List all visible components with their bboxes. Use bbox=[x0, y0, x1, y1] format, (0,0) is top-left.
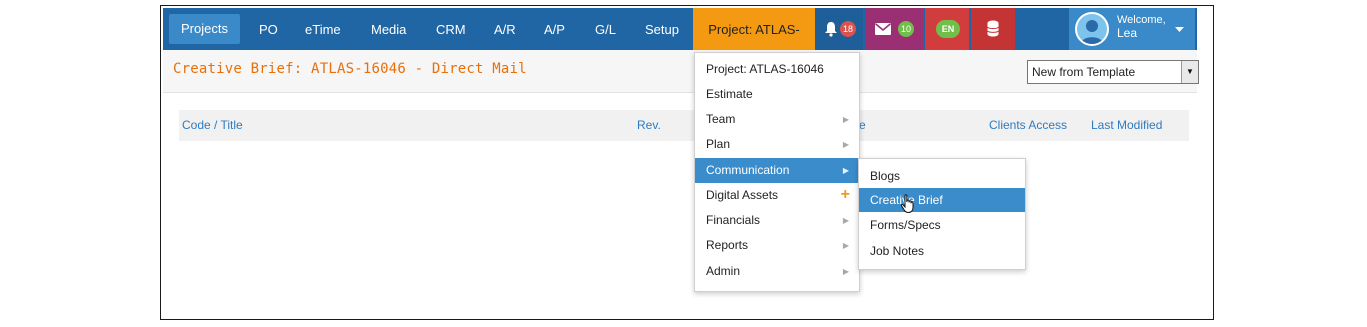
welcome-text: Welcome, Lea bbox=[1117, 14, 1166, 40]
nav-ar[interactable]: A/R bbox=[486, 16, 524, 44]
menu-item-estimate[interactable]: Estimate bbox=[695, 82, 859, 107]
envelope-icon bbox=[875, 23, 891, 35]
chevron-right-icon: ▶ bbox=[842, 241, 849, 250]
database-button[interactable] bbox=[971, 8, 1015, 50]
menu-item-label: Project: ATLAS-16046 bbox=[706, 62, 824, 76]
page-title: Creative Brief: ATLAS-16046 - Direct Mai… bbox=[173, 61, 527, 77]
app-window: Projects PO eTime Media CRM A/R A/P G/L … bbox=[160, 5, 1214, 320]
bell-icon bbox=[825, 22, 837, 37]
submenu-item-blogs[interactable]: Blogs bbox=[859, 164, 1025, 188]
menu-item-label: Digital Assets bbox=[706, 188, 779, 202]
column-clients-access[interactable]: Clients Access bbox=[989, 118, 1067, 132]
menu-item-digital-assets[interactable]: Digital Assets + bbox=[695, 183, 859, 208]
avatar bbox=[1075, 12, 1109, 46]
template-select[interactable]: New from Template ▼ bbox=[1027, 60, 1199, 84]
menu-item-label: Financials bbox=[706, 213, 761, 227]
submenu-item-forms-specs[interactable]: Forms/Specs bbox=[859, 213, 1025, 237]
nav-projects[interactable]: Projects bbox=[169, 14, 240, 44]
hand-cursor-icon bbox=[900, 194, 914, 214]
user-silhouette-icon bbox=[1081, 20, 1103, 44]
top-navigation-bar: Projects PO eTime Media CRM A/R A/P G/L … bbox=[163, 8, 1197, 81]
chevron-right-icon: ▶ bbox=[842, 166, 849, 175]
database-icon bbox=[987, 20, 999, 37]
nav-project-menu[interactable]: Project: ATLAS-16046 bbox=[693, 8, 815, 81]
user-menu[interactable]: Welcome, Lea bbox=[1069, 8, 1195, 50]
menu-item-communication[interactable]: Communication ▶ bbox=[695, 158, 859, 183]
caret-down-icon bbox=[1175, 27, 1184, 32]
project-dropdown-menu: Project: ATLAS-16046 Estimate Team ▶ Pla… bbox=[694, 52, 860, 292]
menu-item-label: Reports bbox=[706, 238, 749, 252]
communication-submenu: Blogs Creative Brief Forms/Specs Job Not… bbox=[858, 158, 1026, 270]
dropdown-arrow-icon: ▼ bbox=[1181, 61, 1198, 83]
menu-item-financials[interactable]: Financials ▶ bbox=[695, 208, 859, 233]
chevron-right-icon: ▶ bbox=[842, 115, 849, 124]
notifications-badge: 18 bbox=[840, 21, 856, 37]
chevron-right-icon: ▶ bbox=[842, 267, 849, 276]
submenu-item-creative-brief[interactable]: Creative Brief bbox=[859, 188, 1025, 212]
menu-item-label: Team bbox=[706, 112, 736, 126]
nav-etime[interactable]: eTime bbox=[297, 16, 349, 44]
menu-item-label: Communication bbox=[706, 163, 790, 177]
messages-button[interactable]: 10 bbox=[865, 8, 923, 50]
menu-item-label: Admin bbox=[706, 264, 741, 278]
nav-po[interactable]: PO bbox=[251, 16, 286, 44]
nav-ap[interactable]: A/P bbox=[536, 16, 573, 44]
nav-crm[interactable]: CRM bbox=[428, 16, 474, 44]
page-header: Creative Brief: ATLAS-16046 - Direct Mai… bbox=[163, 50, 1199, 93]
column-rev[interactable]: Rev. bbox=[637, 118, 661, 132]
menu-item-team[interactable]: Team ▶ bbox=[695, 107, 859, 132]
language-label: EN bbox=[936, 20, 960, 38]
menu-item-project[interactable]: Project: ATLAS-16046 bbox=[695, 57, 859, 82]
menu-item-plan[interactable]: Plan ▶ bbox=[695, 132, 859, 157]
nav-setup[interactable]: Setup bbox=[637, 16, 687, 44]
plus-icon[interactable]: + bbox=[841, 182, 850, 207]
menu-item-label: Estimate bbox=[706, 87, 753, 101]
nav-media[interactable]: Media bbox=[363, 16, 414, 44]
menu-item-label: Plan bbox=[706, 137, 731, 151]
menu-item-admin[interactable]: Admin ▶ bbox=[695, 259, 859, 284]
template-select-value: New from Template bbox=[1032, 65, 1136, 79]
column-last-modified[interactable]: Last Modified bbox=[1091, 118, 1162, 132]
nav-gl[interactable]: G/L bbox=[587, 16, 624, 44]
chevron-right-icon: ▶ bbox=[842, 216, 849, 225]
menu-item-reports[interactable]: Reports ▶ bbox=[695, 233, 859, 258]
messages-badge: 10 bbox=[898, 21, 914, 37]
column-code-title[interactable]: Code / Title bbox=[182, 118, 243, 132]
user-name: Lea bbox=[1117, 26, 1138, 40]
table-header: Code / Title Rev. e Clients Access Last … bbox=[179, 110, 1189, 141]
column-type[interactable]: e bbox=[859, 118, 866, 132]
notifications-button[interactable]: 18 bbox=[815, 8, 863, 50]
submenu-item-job-notes[interactable]: Job Notes bbox=[859, 239, 1025, 263]
chevron-right-icon: ▶ bbox=[842, 140, 849, 149]
language-switcher[interactable]: EN bbox=[925, 8, 969, 50]
